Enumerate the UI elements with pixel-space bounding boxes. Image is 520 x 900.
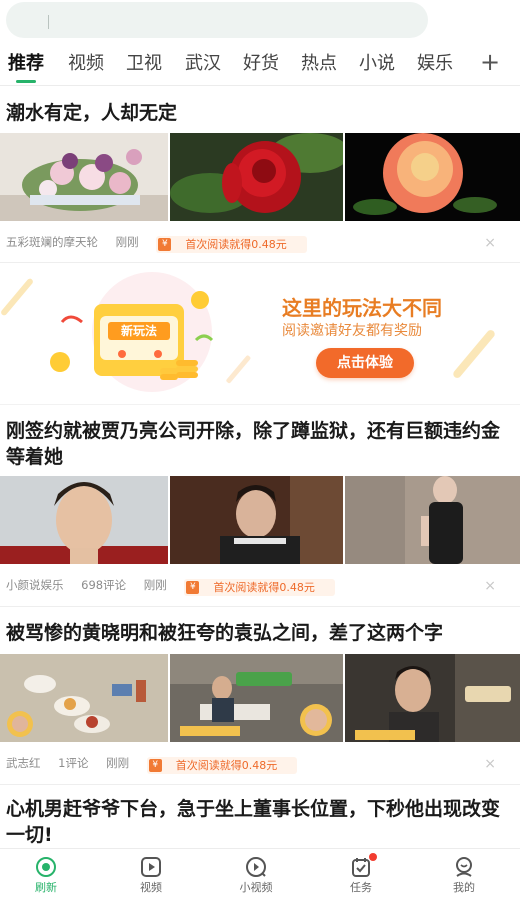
promo-illustration xyxy=(1,272,495,392)
nav-label: 刷新 xyxy=(35,881,57,894)
reward-badge: ¥ 首次阅读就得0.48元 xyxy=(184,579,335,596)
refresh-icon xyxy=(36,857,56,877)
active-tab-indicator xyxy=(16,80,36,83)
divider xyxy=(0,606,520,607)
article-title[interactable]: 刚签约就被贾乃亮公司开除，除了蹲监狱，还有巨额违约金等着她 xyxy=(6,418,512,470)
yuan-icon: ¥ xyxy=(158,238,172,251)
article-time: 刚刚 xyxy=(106,756,130,770)
dinner-table-image[interactable] xyxy=(0,654,168,742)
close-icon[interactable]: × xyxy=(484,236,496,250)
nav-label: 小视频 xyxy=(239,881,273,894)
nav-video[interactable]: 视频 xyxy=(121,855,181,899)
machine-label: 新玩法 xyxy=(120,324,157,338)
tab-satellite-tv[interactable]: 卫视 xyxy=(126,52,162,76)
yuan-icon: ¥ xyxy=(148,759,162,772)
article-thumbnails[interactable] xyxy=(0,133,520,221)
article-meta: 五彩斑斓的摩天轮 刚刚 ¥ 首次阅读就得0.48元 xyxy=(6,233,321,253)
flower-bouquet-image[interactable] xyxy=(0,133,168,221)
reward-text: 首次阅读就得0.48元 xyxy=(175,758,278,772)
nav-label: 任务 xyxy=(350,881,372,894)
promo-banner[interactable]: 新玩法 这里的玩法大不同 阅读邀请好友都有奖励 点击体验 xyxy=(0,264,520,404)
tv-show-closeup-image[interactable] xyxy=(345,654,520,742)
article-meta: 武志红 1评论 刚刚 ¥ 首次阅读就得0.48元 xyxy=(6,754,311,774)
article-title[interactable]: 潮水有定，人却无定 xyxy=(6,100,512,126)
actor-photo-image[interactable] xyxy=(170,476,343,564)
nav-small-video[interactable]: 小视频 xyxy=(226,855,286,899)
actress-photo-image[interactable] xyxy=(345,476,520,564)
notification-badge xyxy=(369,853,377,861)
nav-profile[interactable]: 我的 xyxy=(434,855,494,899)
article-comments[interactable]: 1评论 xyxy=(58,756,88,770)
article-title[interactable]: 心机男赶爷爷下台，急于坐上董事长位置，下秒他出现改变一切! xyxy=(6,796,512,848)
nav-label: 视频 xyxy=(140,881,162,894)
article-title[interactable]: 被骂惨的黄晓明和被狂夸的袁弘之间，差了这两个字 xyxy=(6,620,512,646)
small-video-icon xyxy=(246,857,266,877)
banner-title: 这里的玩法大不同 xyxy=(282,296,442,320)
text-caret xyxy=(48,15,49,29)
nav-task[interactable]: 任务 xyxy=(331,853,391,899)
divider xyxy=(0,784,520,785)
reward-text: 首次阅读就得0.48元 xyxy=(185,237,287,251)
article-thumbnails[interactable] xyxy=(0,476,520,564)
portrait-image[interactable] xyxy=(0,476,168,564)
bottom-navigation: 刷新 视频 小视频 任务 我的 xyxy=(0,848,520,900)
banner-subtitle: 阅读邀请好友都有奖励 xyxy=(282,323,422,339)
add-channel-button[interactable]: + xyxy=(480,48,500,76)
tab-hot[interactable]: 热点 xyxy=(301,52,337,76)
category-tabs: 推荐 视频 卫视 武汉 好货 热点 小说 娱乐 + xyxy=(0,44,520,86)
red-rose-image[interactable] xyxy=(170,133,343,221)
article-time: 刚刚 xyxy=(143,578,167,592)
article-source[interactable]: 小颜说娱乐 xyxy=(6,578,64,592)
nav-refresh[interactable]: 刷新 xyxy=(16,855,76,899)
yuan-icon: ¥ xyxy=(186,581,200,594)
divider xyxy=(0,262,520,263)
tab-video[interactable]: 视频 xyxy=(68,52,104,76)
tab-entertainment[interactable]: 娱乐 xyxy=(417,52,453,76)
reward-badge: ¥ 首次阅读就得0.48元 xyxy=(156,236,307,253)
search-input[interactable] xyxy=(6,2,428,38)
tab-recommend[interactable]: 推荐 xyxy=(8,52,44,76)
close-icon[interactable]: × xyxy=(484,579,496,593)
nav-label: 我的 xyxy=(453,881,475,894)
tv-show-scene-image[interactable] xyxy=(170,654,343,742)
reward-badge: ¥ 首次阅读就得0.48元 xyxy=(146,757,298,774)
tab-good-products[interactable]: 好货 xyxy=(243,52,279,76)
article-source[interactable]: 武志红 xyxy=(6,756,41,770)
orange-rose-image[interactable] xyxy=(345,133,520,221)
tab-novel[interactable]: 小说 xyxy=(359,52,395,76)
search-area xyxy=(0,0,520,42)
article-meta: 小颜说娱乐 698评论 刚刚 ¥ 首次阅读就得0.48元 xyxy=(6,576,349,596)
article-time: 刚刚 xyxy=(115,235,139,249)
tab-wuhan[interactable]: 武汉 xyxy=(185,52,221,76)
try-now-button[interactable]: 点击体验 xyxy=(316,348,414,378)
profile-icon xyxy=(456,857,472,877)
article-thumbnails[interactable] xyxy=(0,654,520,742)
reward-text: 首次阅读就得0.48元 xyxy=(213,580,315,594)
divider xyxy=(0,404,520,405)
news-feed[interactable]: 潮水有定，人却无定 五彩斑斓的摩天轮 刚刚 ¥ 首次阅读就得0.48元 × 新玩… xyxy=(0,88,520,848)
article-comments[interactable]: 698评论 xyxy=(81,578,126,592)
video-play-icon xyxy=(141,857,161,877)
close-icon[interactable]: × xyxy=(484,757,496,771)
article-source[interactable]: 五彩斑斓的摩天轮 xyxy=(6,235,98,249)
